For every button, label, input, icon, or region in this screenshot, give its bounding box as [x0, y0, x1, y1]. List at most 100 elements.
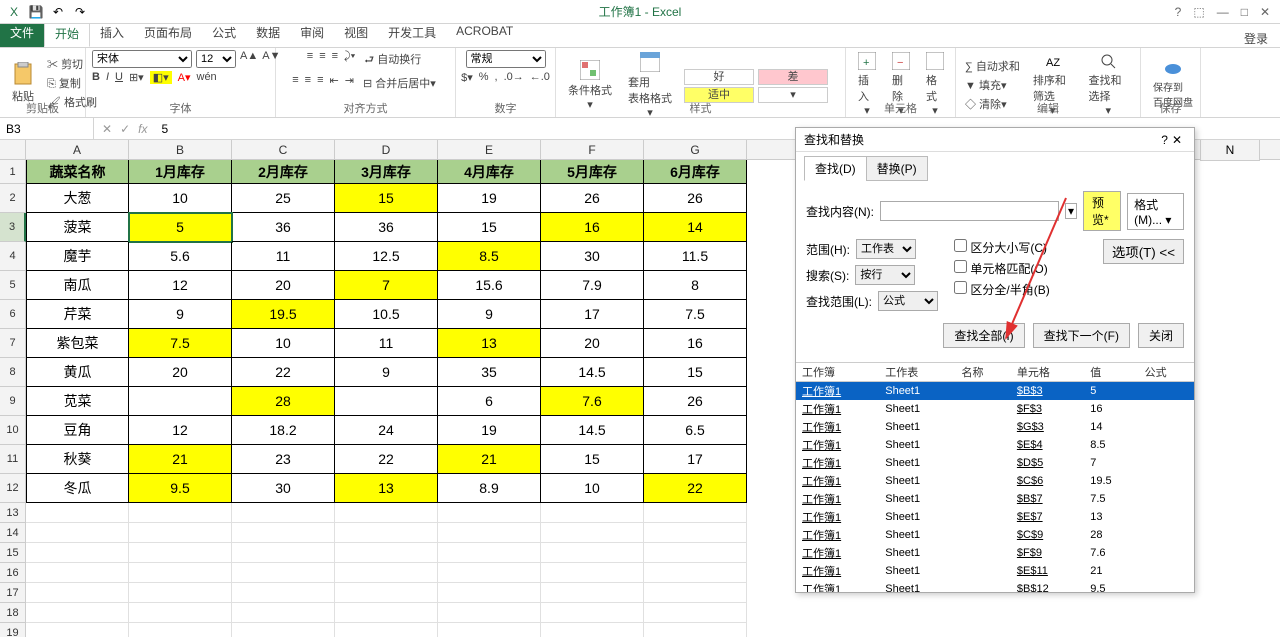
empty-cell[interactable]: [129, 603, 232, 623]
data-cell[interactable]: 13: [438, 329, 541, 358]
paste-button[interactable]: 粘贴: [6, 60, 40, 106]
find-all-button[interactable]: 查找全部(I): [943, 323, 1024, 348]
data-cell[interactable]: 苋菜: [26, 387, 129, 416]
close-icon[interactable]: ✕: [1260, 5, 1270, 19]
data-cell[interactable]: 20: [232, 271, 335, 300]
data-cell[interactable]: 8.9: [438, 474, 541, 503]
empty-cell[interactable]: [644, 523, 747, 543]
data-cell[interactable]: 17: [541, 300, 644, 329]
ribbon-tab-9[interactable]: ACROBAT: [446, 20, 523, 47]
increase-font-icon[interactable]: A▲: [240, 50, 258, 68]
data-cell[interactable]: 9: [335, 358, 438, 387]
data-cell[interactable]: 36: [232, 213, 335, 242]
row-header[interactable]: 4: [0, 242, 26, 271]
indent-inc-icon[interactable]: ⇥: [345, 74, 354, 92]
row-header[interactable]: 7: [0, 329, 26, 358]
number-format-select[interactable]: 常规: [466, 50, 546, 68]
empty-cell[interactable]: [232, 563, 335, 583]
enter-fx-icon[interactable]: ✓: [120, 122, 130, 136]
data-cell[interactable]: 25: [232, 184, 335, 213]
data-cell[interactable]: 26: [644, 184, 747, 213]
empty-cell[interactable]: [232, 623, 335, 637]
row-header[interactable]: 3: [0, 213, 26, 242]
data-cell[interactable]: 14.5: [541, 358, 644, 387]
data-cell[interactable]: 7.5: [644, 300, 747, 329]
style-good[interactable]: 好: [684, 69, 754, 85]
ribbon-tab-3[interactable]: 页面布局: [134, 20, 202, 47]
data-cell[interactable]: 9.5: [129, 474, 232, 503]
empty-cell[interactable]: [26, 523, 129, 543]
empty-cell[interactable]: [335, 583, 438, 603]
data-cell[interactable]: 冬瓜: [26, 474, 129, 503]
select-all-corner[interactable]: [0, 140, 26, 159]
result-row[interactable]: 工作簿1Sheet1$E$713: [796, 508, 1194, 526]
empty-cell[interactable]: [232, 523, 335, 543]
data-cell[interactable]: 17: [644, 445, 747, 474]
empty-cell[interactable]: [644, 503, 747, 523]
data-cell[interactable]: 24: [335, 416, 438, 445]
row-header[interactable]: 1: [0, 160, 26, 184]
format-button[interactable]: 格式(M)... ▾: [1127, 193, 1184, 230]
ribbon-tab-0[interactable]: 文件: [0, 20, 44, 47]
fill-button[interactable]: ▼ 填充▾: [962, 76, 1023, 94]
empty-cell[interactable]: [129, 543, 232, 563]
data-cell[interactable]: 14: [644, 213, 747, 242]
data-cell[interactable]: 20: [541, 329, 644, 358]
options-button[interactable]: 选项(T) <<: [1103, 239, 1184, 264]
empty-cell[interactable]: [438, 523, 541, 543]
orientation-icon[interactable]: ⤸▾: [344, 50, 355, 71]
underline-button[interactable]: U: [115, 71, 123, 84]
data-cell[interactable]: 19.5: [232, 300, 335, 329]
data-cell[interactable]: 30: [541, 242, 644, 271]
table-header-cell[interactable]: 5月库存: [541, 160, 644, 184]
empty-cell[interactable]: [438, 583, 541, 603]
result-col-header[interactable]: 单元格: [1011, 363, 1084, 382]
cancel-fx-icon[interactable]: ✕: [102, 122, 112, 136]
data-cell[interactable]: 36: [335, 213, 438, 242]
minimize-icon[interactable]: —: [1217, 5, 1229, 19]
currency-icon[interactable]: $▾: [461, 71, 473, 84]
row-header[interactable]: 13: [0, 503, 26, 523]
empty-cell[interactable]: [335, 563, 438, 583]
find-dropdown-icon[interactable]: ▾: [1065, 203, 1077, 219]
align-right-icon[interactable]: ≡: [317, 74, 323, 92]
login-link[interactable]: 登录: [1244, 30, 1280, 47]
data-cell[interactable]: 豆角: [26, 416, 129, 445]
percent-icon[interactable]: %: [479, 71, 489, 84]
data-cell[interactable]: 7.9: [541, 271, 644, 300]
result-row[interactable]: 工作簿1Sheet1$D$57: [796, 454, 1194, 472]
result-row[interactable]: 工作簿1Sheet1$C$928: [796, 526, 1194, 544]
data-cell[interactable]: 大葱: [26, 184, 129, 213]
inc-decimal-icon[interactable]: .0→: [504, 71, 524, 84]
help-icon[interactable]: ?: [1175, 5, 1182, 19]
empty-cell[interactable]: [438, 563, 541, 583]
matchcase-checkbox[interactable]: 区分大小写(C): [954, 239, 1050, 256]
result-row[interactable]: 工作簿1Sheet1$B$129.5: [796, 580, 1194, 592]
data-cell[interactable]: 15: [438, 213, 541, 242]
data-cell[interactable]: 20: [129, 358, 232, 387]
data-cell[interactable]: 8: [644, 271, 747, 300]
empty-cell[interactable]: [335, 503, 438, 523]
data-cell[interactable]: [335, 387, 438, 416]
data-cell[interactable]: 16: [541, 213, 644, 242]
font-select[interactable]: 宋体: [92, 50, 192, 68]
preview-button[interactable]: 预览*: [1083, 191, 1121, 231]
empty-cell[interactable]: [438, 623, 541, 637]
data-cell[interactable]: 5.6: [129, 242, 232, 271]
name-box[interactable]: B3: [0, 118, 94, 139]
font-size-select[interactable]: 12: [196, 50, 236, 68]
data-cell[interactable]: 18.2: [232, 416, 335, 445]
data-cell[interactable]: 23: [232, 445, 335, 474]
empty-cell[interactable]: [644, 623, 747, 637]
row-header[interactable]: 8: [0, 358, 26, 387]
data-cell[interactable]: 11: [335, 329, 438, 358]
bold-button[interactable]: B: [92, 71, 100, 84]
ribbon-tab-5[interactable]: 数据: [246, 20, 290, 47]
data-cell[interactable]: 22: [335, 445, 438, 474]
empty-cell[interactable]: [438, 503, 541, 523]
dec-decimal-icon[interactable]: ←.0: [530, 71, 550, 84]
font-color-button[interactable]: A▾: [178, 71, 191, 84]
data-cell[interactable]: 26: [644, 387, 747, 416]
empty-cell[interactable]: [541, 503, 644, 523]
result-col-header[interactable]: 工作表: [879, 363, 955, 382]
